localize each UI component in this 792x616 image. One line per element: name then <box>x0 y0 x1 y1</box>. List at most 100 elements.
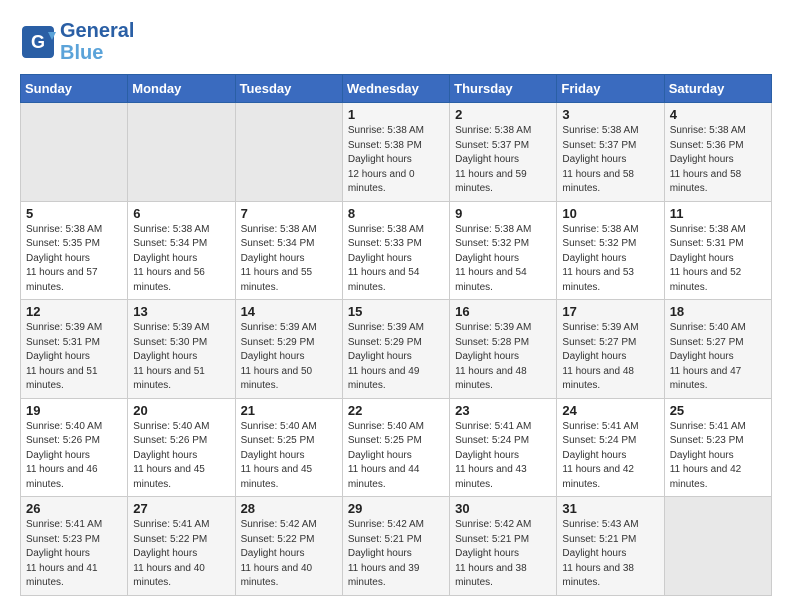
day-number: 1 <box>348 107 444 122</box>
calendar-cell: 4 Sunrise: 5:38 AMSunset: 5:36 PMDayligh… <box>664 103 771 202</box>
calendar-cell: 21 Sunrise: 5:40 AMSunset: 5:25 PMDaylig… <box>235 398 342 497</box>
day-number: 8 <box>348 206 444 221</box>
calendar-cell: 22 Sunrise: 5:40 AMSunset: 5:25 PMDaylig… <box>342 398 449 497</box>
svg-text:G: G <box>31 32 45 52</box>
calendar-week-row: 19 Sunrise: 5:40 AMSunset: 5:26 PMDaylig… <box>21 398 772 497</box>
day-number: 7 <box>241 206 337 221</box>
page-header: G General Blue <box>20 20 772 64</box>
day-number: 12 <box>26 304 122 319</box>
day-number: 31 <box>562 501 658 516</box>
calendar-cell: 26 Sunrise: 5:41 AMSunset: 5:23 PMDaylig… <box>21 497 128 596</box>
day-number: 17 <box>562 304 658 319</box>
calendar-week-row: 1 Sunrise: 5:38 AMSunset: 5:38 PMDayligh… <box>21 103 772 202</box>
calendar-cell: 2 Sunrise: 5:38 AMSunset: 5:37 PMDayligh… <box>450 103 557 202</box>
day-info: Sunrise: 5:43 AMSunset: 5:21 PMDaylight … <box>562 519 638 588</box>
calendar-week-row: 26 Sunrise: 5:41 AMSunset: 5:23 PMDaylig… <box>21 497 772 596</box>
calendar-cell <box>664 497 771 596</box>
calendar-week-row: 5 Sunrise: 5:38 AMSunset: 5:35 PMDayligh… <box>21 201 772 300</box>
day-info: Sunrise: 5:39 AMSunset: 5:27 PMDaylight … <box>562 322 638 391</box>
calendar-cell: 7 Sunrise: 5:38 AMSunset: 5:34 PMDayligh… <box>235 201 342 300</box>
day-number: 11 <box>670 206 766 221</box>
day-info: Sunrise: 5:38 AMSunset: 5:37 PMDaylight … <box>455 125 531 194</box>
day-info: Sunrise: 5:38 AMSunset: 5:32 PMDaylight … <box>562 224 638 293</box>
day-info: Sunrise: 5:41 AMSunset: 5:22 PMDaylight … <box>133 519 209 588</box>
calendar-week-row: 12 Sunrise: 5:39 AMSunset: 5:31 PMDaylig… <box>21 300 772 399</box>
calendar-cell: 27 Sunrise: 5:41 AMSunset: 5:22 PMDaylig… <box>128 497 235 596</box>
day-info: Sunrise: 5:41 AMSunset: 5:23 PMDaylight … <box>26 519 102 588</box>
weekday-header: Sunday <box>21 75 128 103</box>
calendar-cell: 6 Sunrise: 5:38 AMSunset: 5:34 PMDayligh… <box>128 201 235 300</box>
day-number: 4 <box>670 107 766 122</box>
calendar-cell: 23 Sunrise: 5:41 AMSunset: 5:24 PMDaylig… <box>450 398 557 497</box>
day-info: Sunrise: 5:39 AMSunset: 5:30 PMDaylight … <box>133 322 209 391</box>
day-info: Sunrise: 5:42 AMSunset: 5:22 PMDaylight … <box>241 519 317 588</box>
day-number: 25 <box>670 403 766 418</box>
day-info: Sunrise: 5:40 AMSunset: 5:26 PMDaylight … <box>26 421 102 490</box>
calendar-cell: 5 Sunrise: 5:38 AMSunset: 5:35 PMDayligh… <box>21 201 128 300</box>
logo-line2: Blue <box>60 42 134 64</box>
day-number: 6 <box>133 206 229 221</box>
calendar-cell: 28 Sunrise: 5:42 AMSunset: 5:22 PMDaylig… <box>235 497 342 596</box>
day-number: 3 <box>562 107 658 122</box>
day-number: 22 <box>348 403 444 418</box>
day-info: Sunrise: 5:42 AMSunset: 5:21 PMDaylight … <box>455 519 531 588</box>
calendar-cell: 15 Sunrise: 5:39 AMSunset: 5:29 PMDaylig… <box>342 300 449 399</box>
logo-line1: General <box>60 20 134 42</box>
calendar-cell <box>128 103 235 202</box>
weekday-header: Monday <box>128 75 235 103</box>
day-info: Sunrise: 5:38 AMSunset: 5:36 PMDaylight … <box>670 125 746 194</box>
day-number: 30 <box>455 501 551 516</box>
day-number: 24 <box>562 403 658 418</box>
weekday-header: Thursday <box>450 75 557 103</box>
calendar-cell: 17 Sunrise: 5:39 AMSunset: 5:27 PMDaylig… <box>557 300 664 399</box>
weekday-header: Saturday <box>664 75 771 103</box>
day-info: Sunrise: 5:39 AMSunset: 5:28 PMDaylight … <box>455 322 531 391</box>
day-info: Sunrise: 5:41 AMSunset: 5:23 PMDaylight … <box>670 421 746 490</box>
calendar-cell: 19 Sunrise: 5:40 AMSunset: 5:26 PMDaylig… <box>21 398 128 497</box>
day-info: Sunrise: 5:38 AMSunset: 5:31 PMDaylight … <box>670 224 746 293</box>
weekday-header-row: SundayMondayTuesdayWednesdayThursdayFrid… <box>21 75 772 103</box>
calendar-cell: 11 Sunrise: 5:38 AMSunset: 5:31 PMDaylig… <box>664 201 771 300</box>
day-info: Sunrise: 5:38 AMSunset: 5:33 PMDaylight … <box>348 224 424 293</box>
calendar-cell: 1 Sunrise: 5:38 AMSunset: 5:38 PMDayligh… <box>342 103 449 202</box>
day-number: 27 <box>133 501 229 516</box>
calendar-cell: 14 Sunrise: 5:39 AMSunset: 5:29 PMDaylig… <box>235 300 342 399</box>
day-info: Sunrise: 5:38 AMSunset: 5:38 PMDaylight … <box>348 125 424 194</box>
weekday-header: Tuesday <box>235 75 342 103</box>
weekday-header: Friday <box>557 75 664 103</box>
calendar-cell: 24 Sunrise: 5:41 AMSunset: 5:24 PMDaylig… <box>557 398 664 497</box>
day-info: Sunrise: 5:42 AMSunset: 5:21 PMDaylight … <box>348 519 424 588</box>
weekday-header: Wednesday <box>342 75 449 103</box>
day-number: 23 <box>455 403 551 418</box>
day-number: 20 <box>133 403 229 418</box>
day-info: Sunrise: 5:38 AMSunset: 5:34 PMDaylight … <box>241 224 317 293</box>
day-number: 29 <box>348 501 444 516</box>
day-info: Sunrise: 5:40 AMSunset: 5:26 PMDaylight … <box>133 421 209 490</box>
day-number: 15 <box>348 304 444 319</box>
day-number: 5 <box>26 206 122 221</box>
calendar-cell: 16 Sunrise: 5:39 AMSunset: 5:28 PMDaylig… <box>450 300 557 399</box>
calendar-cell: 8 Sunrise: 5:38 AMSunset: 5:33 PMDayligh… <box>342 201 449 300</box>
logo: G General Blue <box>20 20 134 64</box>
calendar-cell: 10 Sunrise: 5:38 AMSunset: 5:32 PMDaylig… <box>557 201 664 300</box>
calendar-cell <box>21 103 128 202</box>
day-info: Sunrise: 5:38 AMSunset: 5:37 PMDaylight … <box>562 125 638 194</box>
day-number: 13 <box>133 304 229 319</box>
calendar-cell: 12 Sunrise: 5:39 AMSunset: 5:31 PMDaylig… <box>21 300 128 399</box>
calendar-cell: 3 Sunrise: 5:38 AMSunset: 5:37 PMDayligh… <box>557 103 664 202</box>
calendar-cell: 29 Sunrise: 5:42 AMSunset: 5:21 PMDaylig… <box>342 497 449 596</box>
day-number: 28 <box>241 501 337 516</box>
day-number: 19 <box>26 403 122 418</box>
day-info: Sunrise: 5:38 AMSunset: 5:32 PMDaylight … <box>455 224 531 293</box>
day-info: Sunrise: 5:39 AMSunset: 5:29 PMDaylight … <box>348 322 424 391</box>
day-number: 14 <box>241 304 337 319</box>
day-number: 26 <box>26 501 122 516</box>
calendar-table: SundayMondayTuesdayWednesdayThursdayFrid… <box>20 74 772 596</box>
day-info: Sunrise: 5:40 AMSunset: 5:25 PMDaylight … <box>348 421 424 490</box>
day-info: Sunrise: 5:38 AMSunset: 5:34 PMDaylight … <box>133 224 209 293</box>
day-info: Sunrise: 5:39 AMSunset: 5:31 PMDaylight … <box>26 322 102 391</box>
calendar-cell: 30 Sunrise: 5:42 AMSunset: 5:21 PMDaylig… <box>450 497 557 596</box>
day-number: 2 <box>455 107 551 122</box>
day-info: Sunrise: 5:39 AMSunset: 5:29 PMDaylight … <box>241 322 317 391</box>
day-info: Sunrise: 5:41 AMSunset: 5:24 PMDaylight … <box>455 421 531 490</box>
